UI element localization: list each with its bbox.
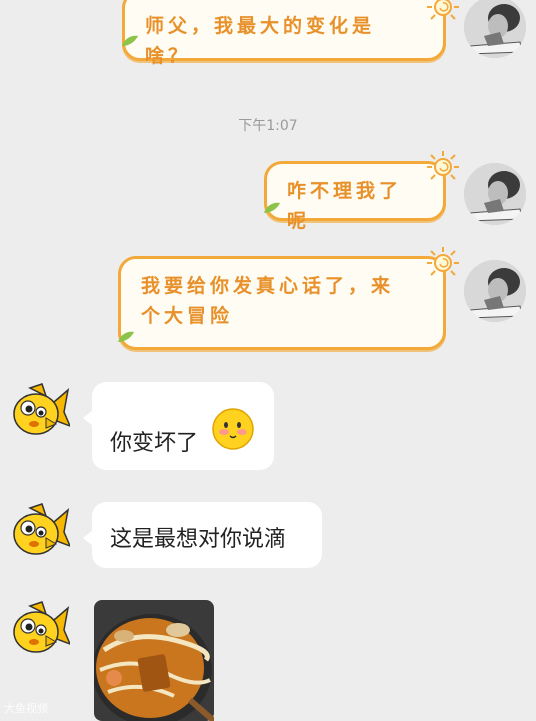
sun-icon bbox=[427, 247, 459, 276]
message-bubble-left[interactable]: 这是最想对你说滴 bbox=[83, 502, 322, 568]
message-bubble-right[interactable]: 咋不理我了呢 bbox=[264, 161, 446, 232]
message-image[interactable] bbox=[94, 600, 214, 721]
leaf-icon bbox=[264, 202, 280, 213]
leaf-icon bbox=[118, 331, 134, 342]
sun-icon bbox=[427, 0, 459, 20]
fish-avatar-icon[interactable] bbox=[8, 600, 70, 662]
user-avatar[interactable] bbox=[464, 163, 526, 225]
sun-icon bbox=[427, 151, 459, 180]
message-text: 咋不理我了呢 bbox=[287, 180, 403, 232]
message-text: 师父，我最大的变化是啥？ bbox=[145, 15, 376, 67]
timestamp: 下午1:07 bbox=[238, 118, 298, 134]
message-bubble-right[interactable]: 师父，我最大的变化是啥？ bbox=[122, 0, 446, 67]
message-text: 你变坏了 bbox=[110, 431, 199, 456]
user-avatar[interactable] bbox=[464, 260, 526, 322]
blush-emoji-icon bbox=[212, 408, 254, 450]
message-bubble-left[interactable]: 你变坏了 bbox=[83, 382, 274, 470]
message-text: 我要给你发真心话了，来个大冒险 bbox=[141, 275, 395, 327]
message-bubble-right[interactable]: 我要给你发真心话了，来个大冒险 bbox=[118, 256, 446, 350]
user-avatar[interactable] bbox=[464, 0, 526, 58]
leaf-icon bbox=[122, 35, 138, 46]
fish-avatar-icon[interactable] bbox=[8, 502, 70, 564]
message-text: 这是最想对你说滴 bbox=[110, 527, 287, 552]
watermark: 大鱼视频 bbox=[4, 702, 48, 715]
fish-avatar-icon[interactable] bbox=[8, 382, 70, 444]
